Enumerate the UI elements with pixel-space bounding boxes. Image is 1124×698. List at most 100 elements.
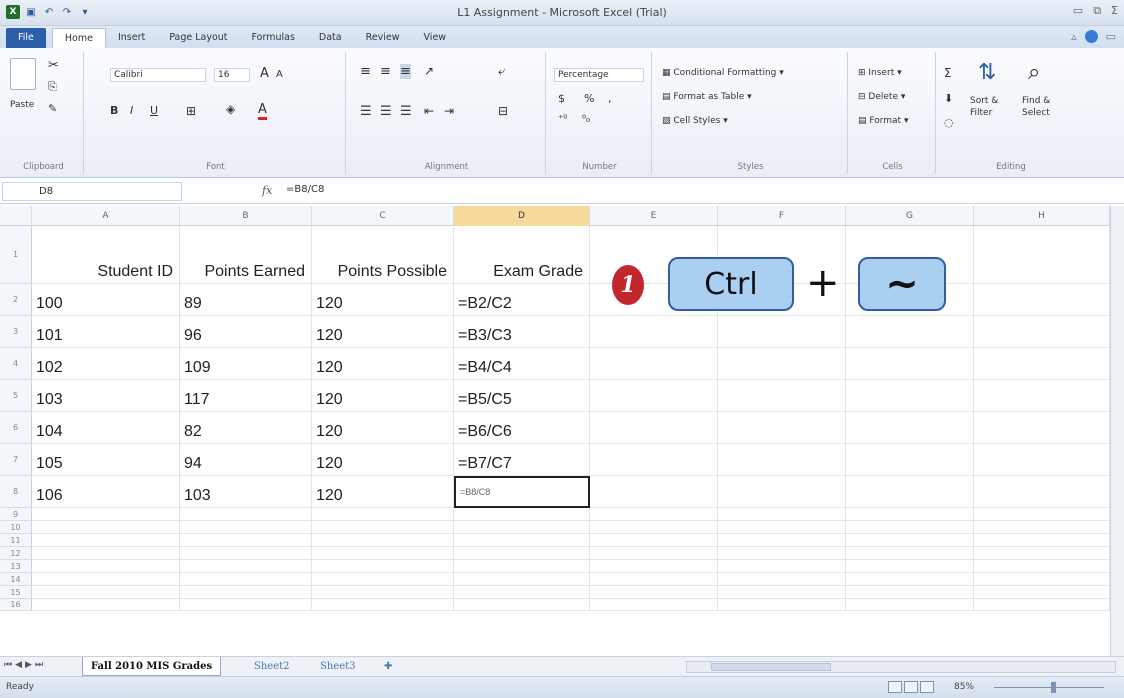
merge-center-icon[interactable]: ⊟ xyxy=(498,104,508,118)
cell-g7[interactable] xyxy=(846,444,974,476)
column-header-d[interactable]: D xyxy=(454,206,590,226)
cell-c10[interactable] xyxy=(312,521,454,534)
sheet-tab-sheet3[interactable]: Sheet3 xyxy=(312,657,364,676)
cell-styles-button[interactable]: ▧ Cell Styles ▾ xyxy=(662,116,728,126)
cell-e4[interactable] xyxy=(590,348,718,380)
cell-c13[interactable] xyxy=(312,560,454,573)
clear-icon[interactable]: ◌ xyxy=(944,116,954,129)
zoom-slider[interactable] xyxy=(994,687,1104,688)
paste-icon[interactable] xyxy=(10,58,36,90)
sort-filter-icon[interactable]: ⇅ xyxy=(978,60,996,85)
cell-d11[interactable] xyxy=(454,534,590,547)
cell-a8[interactable]: 106 xyxy=(32,476,180,508)
font-color-icon[interactable]: A xyxy=(258,102,267,120)
cell-h5[interactable] xyxy=(974,380,1110,412)
cell-g6[interactable] xyxy=(846,412,974,444)
horizontal-scrollbar[interactable] xyxy=(686,661,1116,673)
cell-a15[interactable] xyxy=(32,586,180,599)
cell-a6[interactable]: 104 xyxy=(32,412,180,444)
align-left-icon[interactable]: ☰ xyxy=(360,104,372,119)
cell-b12[interactable] xyxy=(180,547,312,560)
cell-a4[interactable]: 102 xyxy=(32,348,180,380)
cell-c16[interactable] xyxy=(312,599,454,611)
column-header-e[interactable]: E xyxy=(590,206,718,226)
cell-g8[interactable] xyxy=(846,476,974,508)
wrap-text-icon[interactable]: ⤶ xyxy=(498,64,505,79)
cell-h10[interactable] xyxy=(974,521,1110,534)
cell-c6[interactable]: 120 xyxy=(312,412,454,444)
row-header[interactable]: 4 xyxy=(0,348,32,380)
cell-d16[interactable] xyxy=(454,599,590,611)
cell-h3[interactable] xyxy=(974,316,1110,348)
row-header[interactable]: 3 xyxy=(0,316,32,348)
cell-b5[interactable]: 117 xyxy=(180,380,312,412)
borders-icon[interactable]: ⊞ xyxy=(186,104,196,118)
align-bottom-icon[interactable]: ≡ xyxy=(400,64,411,79)
row-header[interactable]: 1 xyxy=(0,226,32,284)
cell-g9[interactable] xyxy=(846,508,974,521)
cell-d13[interactable] xyxy=(454,560,590,573)
column-header-g[interactable]: G xyxy=(846,206,974,226)
help-icon[interactable] xyxy=(1084,30,1098,43)
cell-g13[interactable] xyxy=(846,560,974,573)
row-header[interactable]: 12 xyxy=(0,547,32,560)
cell-f5[interactable] xyxy=(718,380,846,412)
cell-e14[interactable] xyxy=(590,573,718,586)
cell-c15[interactable] xyxy=(312,586,454,599)
cell-a16[interactable] xyxy=(32,599,180,611)
increase-indent-icon[interactable]: ⇥ xyxy=(444,104,454,118)
cell-f16[interactable] xyxy=(718,599,846,611)
cell-h1[interactable] xyxy=(974,226,1110,284)
cell-c4[interactable]: 120 xyxy=(312,348,454,380)
copy-icon[interactable]: ⎘ xyxy=(48,80,57,94)
insert-sheet-icon[interactable]: ✚ xyxy=(376,657,400,676)
cell-f6[interactable] xyxy=(718,412,846,444)
cell-g16[interactable] xyxy=(846,599,974,611)
align-right-icon[interactable]: ☰ xyxy=(400,104,412,119)
autosum-button[interactable]: Σ xyxy=(944,66,952,80)
tab-home[interactable]: Home xyxy=(51,28,106,48)
formula-input[interactable]: =B8/C8 xyxy=(286,184,324,195)
cell-c2[interactable]: 120 xyxy=(312,284,454,316)
align-middle-icon[interactable]: ≡ xyxy=(380,64,391,79)
cell-h15[interactable] xyxy=(974,586,1110,599)
column-header-f[interactable]: F xyxy=(718,206,846,226)
find-select-label-2[interactable]: Select xyxy=(1022,108,1050,118)
cell-c12[interactable] xyxy=(312,547,454,560)
cell-f9[interactable] xyxy=(718,508,846,521)
row-header[interactable]: 2 xyxy=(0,284,32,316)
cell-d10[interactable] xyxy=(454,521,590,534)
horizontal-scroll-thumb[interactable] xyxy=(711,663,831,671)
cell-d4[interactable]: =B4/C4 xyxy=(454,348,590,380)
insert-function-icon[interactable]: fx xyxy=(262,184,272,197)
cell-c8[interactable]: 120 xyxy=(312,476,454,508)
cell-f14[interactable] xyxy=(718,573,846,586)
cell-f8[interactable] xyxy=(718,476,846,508)
cell-e8[interactable] xyxy=(590,476,718,508)
tab-file[interactable]: File xyxy=(6,28,46,48)
tab-page-layout[interactable]: Page Layout xyxy=(157,28,239,48)
font-name-select[interactable]: Calibri xyxy=(110,68,206,82)
underline-button[interactable]: U xyxy=(150,104,158,117)
cell-e9[interactable] xyxy=(590,508,718,521)
find-select-icon[interactable]: ⌕ xyxy=(1028,60,1040,85)
cell-e11[interactable] xyxy=(590,534,718,547)
tab-insert[interactable]: Insert xyxy=(106,28,157,48)
cell-f15[interactable] xyxy=(718,586,846,599)
select-all-corner[interactable] xyxy=(0,206,32,226)
format-cells-button[interactable]: ▤ Format ▾ xyxy=(858,116,908,126)
format-painter-icon[interactable]: ✎ xyxy=(48,102,57,115)
cell-b13[interactable] xyxy=(180,560,312,573)
row-header[interactable]: 7 xyxy=(0,444,32,476)
cell-h9[interactable] xyxy=(974,508,1110,521)
page-break-view-icon[interactable] xyxy=(920,681,934,693)
cell-a7[interactable]: 105 xyxy=(32,444,180,476)
page-layout-view-icon[interactable] xyxy=(904,681,918,693)
minimize-ribbon-icon[interactable]: ▵ xyxy=(1071,30,1077,43)
cell-a10[interactable] xyxy=(32,521,180,534)
cell-d3[interactable]: =B3/C3 xyxy=(454,316,590,348)
cell-h11[interactable] xyxy=(974,534,1110,547)
cell-e10[interactable] xyxy=(590,521,718,534)
cell-c3[interactable]: 120 xyxy=(312,316,454,348)
cell-a14[interactable] xyxy=(32,573,180,586)
